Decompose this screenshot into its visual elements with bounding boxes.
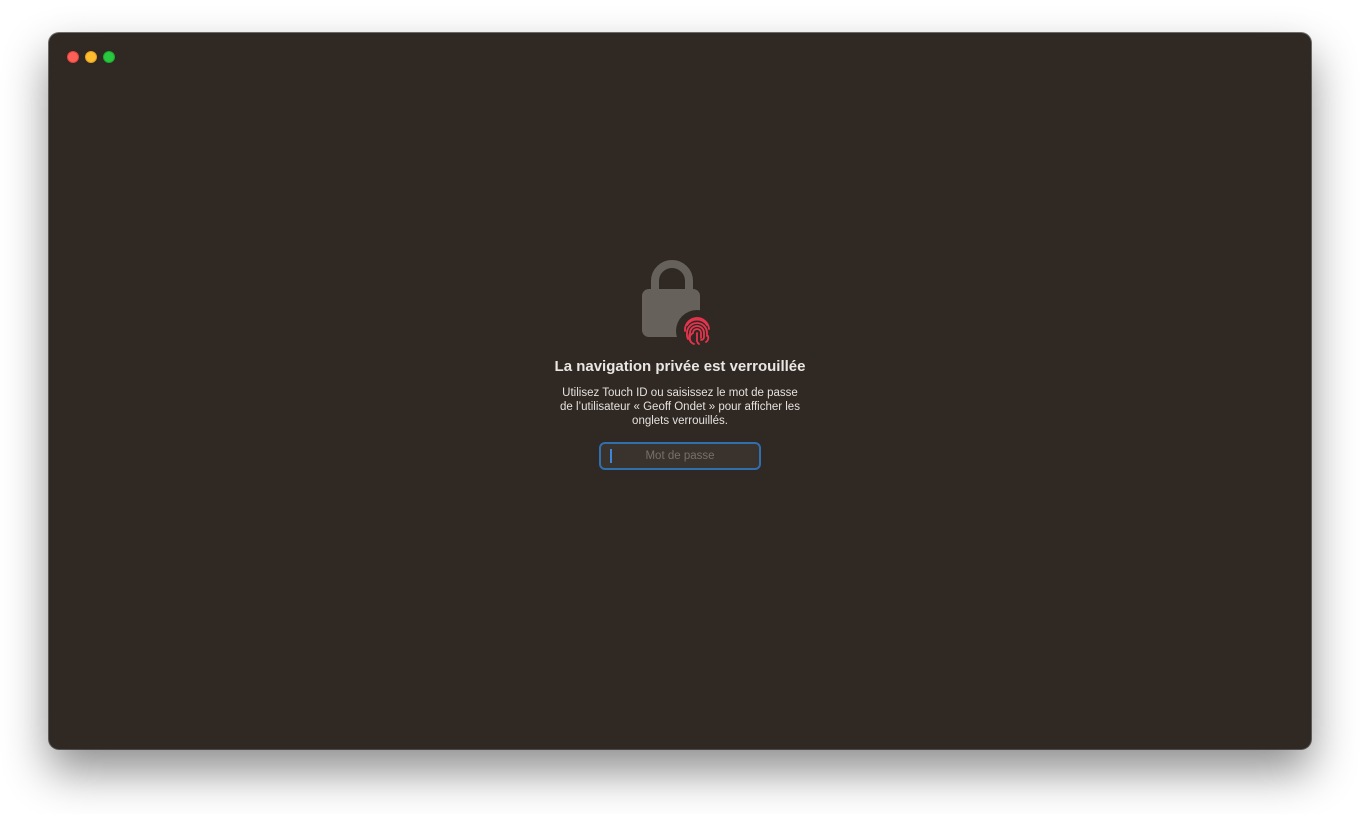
maximize-window-button[interactable] [103,51,115,63]
lock-icon [638,259,722,352]
password-input[interactable] [601,444,759,468]
close-window-button[interactable] [67,51,79,63]
touch-id-fingerprint-icon[interactable] [676,310,718,352]
lock-title: La navigation privée est verrouillée [554,358,806,375]
private-browsing-lock-panel: La navigation privée est verrouillée Uti… [49,259,1311,470]
text-caret [610,449,612,463]
password-field-container [599,442,761,470]
minimize-window-button[interactable] [85,51,97,63]
window-controls [67,51,115,63]
lock-description: Utilisez Touch ID ou saisissez le mot de… [560,387,800,427]
browser-window: La navigation privée est verrouillée Uti… [49,33,1311,749]
